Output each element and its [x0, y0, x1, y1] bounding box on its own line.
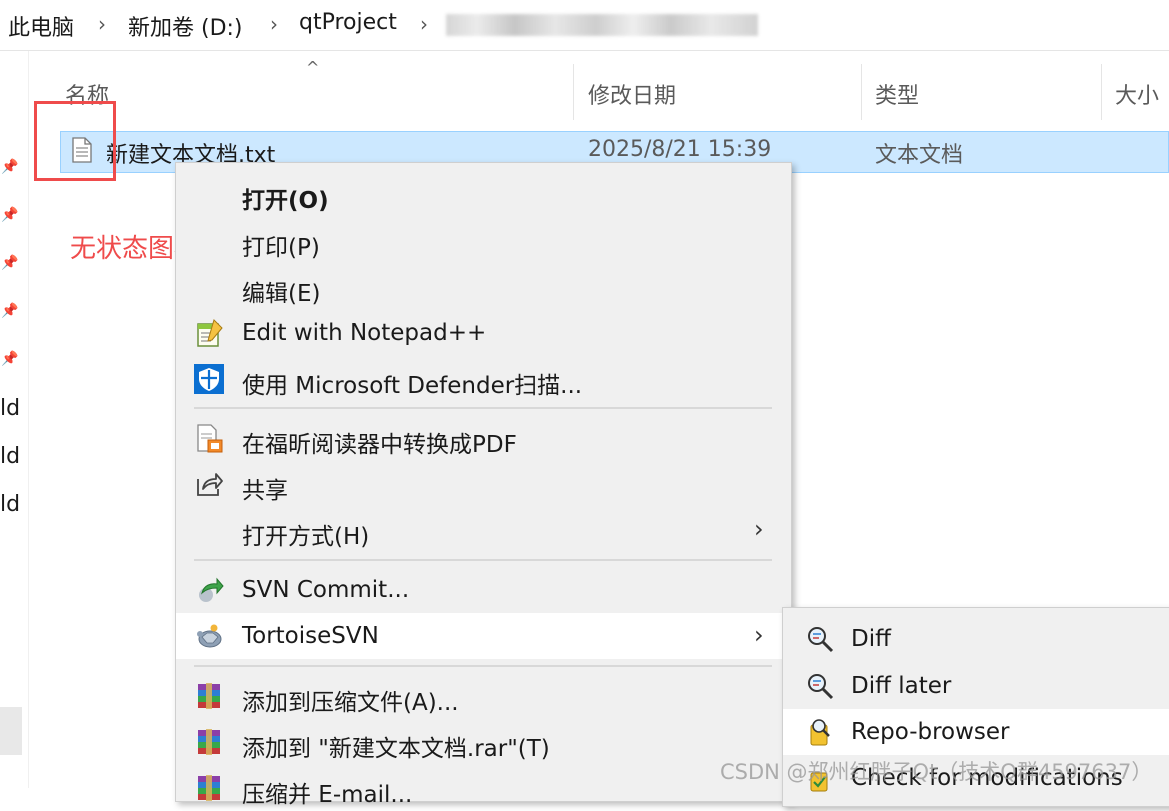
- breadcrumb-this-pc[interactable]: 此电脑: [8, 10, 74, 42]
- menu-item-svn-commit[interactable]: SVN Commit...: [176, 567, 791, 613]
- winrar-icon: [198, 729, 220, 755]
- repo-browser-icon: [810, 719, 830, 746]
- sort-ascending-icon: ^: [306, 58, 320, 77]
- menu-item-label: 打开(O): [242, 188, 329, 214]
- menu-item-defender-scan[interactable]: 使用 Microsoft Defender扫描...: [176, 356, 791, 402]
- column-header-type[interactable]: 类型: [875, 78, 919, 110]
- notepadpp-icon: [197, 319, 223, 347]
- menu-item-label: 打印(P): [242, 235, 320, 261]
- menu-item-share[interactable]: 共享: [176, 461, 791, 507]
- column-divider[interactable]: [573, 64, 574, 120]
- menu-item-open[interactable]: 打开(O): [176, 171, 791, 217]
- menu-separator: [194, 665, 772, 667]
- column-divider[interactable]: [1101, 64, 1102, 120]
- submenu-item-diff[interactable]: Diff: [783, 616, 1169, 662]
- context-menu: 打开(O) 打印(P) 编辑(E) Edit with Notepad++ 使用…: [175, 162, 792, 808]
- menu-item-print[interactable]: 打印(P): [176, 218, 791, 264]
- menu-item-label: 共享: [242, 478, 288, 504]
- annotation-highlight-box: [34, 101, 116, 181]
- chevron-right-icon[interactable]: ›: [420, 12, 428, 36]
- pin-icon: 📌: [1, 207, 19, 223]
- nav-item-label[interactable]: ld: [0, 396, 20, 421]
- menu-item-label: TortoiseSVN: [242, 623, 379, 649]
- share-icon: [197, 473, 223, 496]
- menu-item-label: 使用 Microsoft Defender扫描...: [242, 373, 583, 399]
- submenu-item-label: Diff later: [851, 673, 952, 699]
- menu-item-label: 压缩并 E-mail...: [242, 782, 413, 808]
- breadcrumb-redacted[interactable]: [446, 14, 758, 36]
- menu-item-add-to-archive[interactable]: 添加到压缩文件(A)...: [176, 673, 791, 719]
- menu-separator: [194, 407, 772, 409]
- menu-item-label: 添加到 "新建文本文档.rar"(T): [242, 736, 550, 762]
- menu-item-label: 添加到压缩文件(A)...: [242, 690, 459, 716]
- column-divider[interactable]: [861, 64, 862, 120]
- winrar-icon: [198, 775, 220, 801]
- menu-item-label: 编辑(E): [242, 281, 321, 307]
- defender-shield-icon: [194, 364, 224, 394]
- navigation-pane: 📌 📌 📌 📌 📌 ld ld ld: [0, 51, 29, 788]
- menu-item-label: SVN Commit...: [242, 577, 410, 603]
- chevron-right-icon: ›: [754, 621, 764, 649]
- watermark-text: CSDN @郑州红胖子Qt（技术Q群4597637）: [720, 760, 1153, 784]
- menu-item-label: Edit with Notepad++: [242, 320, 487, 346]
- breadcrumb-qtproject[interactable]: qtProject: [299, 10, 397, 35]
- menu-item-tortoisesvn[interactable]: TortoiseSVN ›: [176, 613, 791, 659]
- submenu-item-diff-later[interactable]: Diff later: [783, 663, 1169, 709]
- file-type: 文本文档: [875, 143, 964, 168]
- menu-item-add-to-rar[interactable]: 添加到 "新建文本文档.rar"(T): [176, 719, 791, 765]
- nav-item-label[interactable]: ld: [0, 444, 20, 469]
- pdf-convert-icon: [197, 424, 223, 453]
- menu-item-compress-email[interactable]: 压缩并 E-mail...: [176, 765, 791, 811]
- file-modified: 2025/8/21 15:39: [588, 137, 772, 162]
- diff-magnifier-icon: [808, 674, 834, 700]
- column-header-size[interactable]: 大小: [1115, 78, 1159, 110]
- menu-item-label: 打开方式(H): [242, 524, 370, 550]
- pin-icon: 📌: [1, 255, 19, 271]
- menu-item-edit[interactable]: 编辑(E): [176, 264, 791, 310]
- chevron-right-icon[interactable]: ›: [270, 12, 278, 36]
- nav-selected-item[interactable]: [0, 707, 22, 755]
- diff-magnifier-icon: [808, 627, 834, 653]
- pin-icon: 📌: [1, 159, 19, 175]
- submenu-item-label: Diff: [851, 626, 891, 652]
- menu-item-edit-notepadpp[interactable]: Edit with Notepad++: [176, 310, 791, 356]
- submenu-item-repo-browser[interactable]: Repo-browser: [783, 709, 1169, 755]
- winrar-icon: [198, 683, 220, 709]
- chevron-right-icon[interactable]: ›: [98, 12, 106, 36]
- breadcrumb: 此电脑 › 新加卷 (D:) › qtProject ›: [0, 0, 1169, 51]
- pin-icon: 📌: [1, 303, 19, 319]
- pin-icon: 📌: [1, 351, 19, 367]
- column-header-modified[interactable]: 修改日期: [588, 78, 676, 110]
- svn-commit-icon: [199, 577, 224, 602]
- chevron-right-icon: ›: [754, 515, 764, 543]
- nav-item-label[interactable]: ld: [0, 492, 20, 517]
- menu-item-foxit-pdf[interactable]: 在福昕阅读器中转换成PDF: [176, 415, 791, 461]
- breadcrumb-drive-d[interactable]: 新加卷 (D:): [128, 10, 243, 42]
- menu-separator: [194, 559, 772, 561]
- submenu-item-label: Repo-browser: [851, 719, 1010, 745]
- tortoisesvn-icon: [197, 624, 222, 648]
- menu-item-open-with[interactable]: 打开方式(H) ›: [176, 507, 791, 553]
- menu-item-label: 在福昕阅读器中转换成PDF: [242, 432, 517, 458]
